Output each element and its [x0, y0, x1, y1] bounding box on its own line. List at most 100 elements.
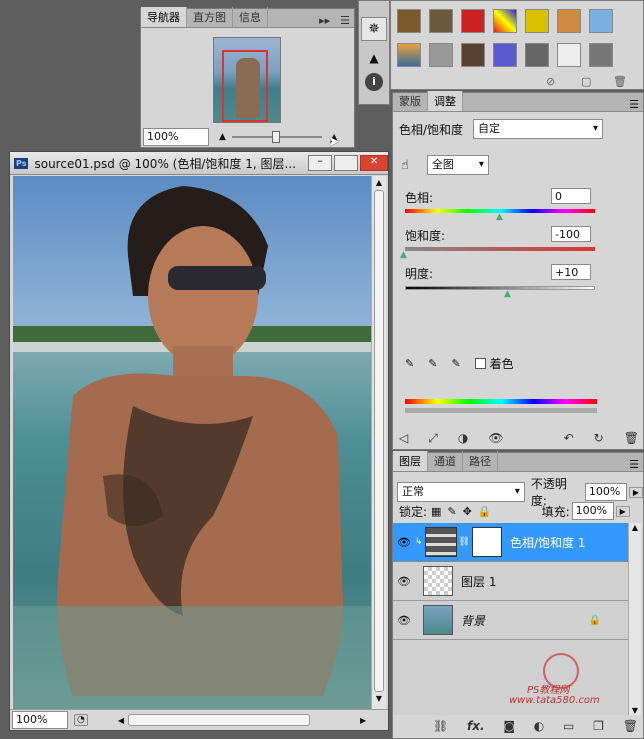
tab-channels[interactable]: 通道 [428, 451, 463, 471]
blend-mode-select[interactable]: 正常 [397, 482, 525, 502]
histogram-panel-icon[interactable]: ▲ [362, 47, 386, 69]
navigator-thumbnail[interactable] [213, 37, 281, 123]
tab-layers[interactable]: 图层 [393, 451, 428, 471]
fill-input[interactable]: 100% [571, 502, 614, 520]
preset-select[interactable]: 自定 [473, 119, 604, 139]
layer-name[interactable]: 图层 1 [461, 573, 496, 590]
panel-menu-icon[interactable]: ☰ [336, 14, 354, 27]
eye-icon[interactable]: 👁 [393, 575, 415, 588]
style-swatch[interactable] [589, 9, 613, 33]
vertical-scroll-thumb[interactable] [374, 190, 384, 692]
style-swatch[interactable] [493, 9, 517, 33]
hue-input[interactable]: 0 [551, 188, 591, 204]
scroll-left-icon[interactable]: ◀ [118, 716, 124, 725]
tab-info[interactable]: 信息 [233, 7, 268, 27]
tab-navigator[interactable]: 导航器 [141, 7, 187, 27]
channel-select[interactable]: 全图 [426, 155, 489, 175]
clip-to-layer-icon[interactable]: ◑ [458, 431, 468, 446]
document-titlebar[interactable]: Ps source01.psd @ 100% (色相/饱和度 1, 图层... … [10, 152, 388, 175]
lightness-slider-thumb[interactable]: ▲ [504, 289, 511, 299]
delete-layer-icon[interactable]: 🗑 [623, 719, 638, 733]
layer-mask-thumbnail[interactable] [471, 527, 502, 557]
fill-arrow-icon[interactable]: ▶ [615, 505, 630, 517]
reset-icon[interactable]: ↻ [594, 431, 604, 446]
scroll-down-icon[interactable]: ▼ [372, 692, 386, 706]
layer-style-icon[interactable]: fx. [467, 719, 485, 733]
info-panel-icon[interactable]: i [365, 73, 383, 91]
lightness-input[interactable]: +10 [551, 264, 591, 280]
style-swatch[interactable] [397, 9, 421, 33]
eye-icon[interactable]: 👁 [393, 614, 415, 627]
layer-row-hue-saturation[interactable]: 👁 ↳ ⛓ 色相/饱和度 1 [393, 523, 629, 562]
tab-masks[interactable]: 蒙版 [393, 91, 428, 111]
tab-histogram[interactable]: 直方图 [187, 7, 233, 27]
add-mask-icon[interactable]: ◙ [503, 719, 515, 733]
style-swatch[interactable] [557, 43, 581, 67]
tab-adjustments[interactable]: 调整 [428, 91, 463, 111]
style-swatch[interactable] [397, 43, 421, 67]
target-adjust-icon[interactable]: ☝ [401, 158, 409, 173]
navigator-panel-icon[interactable]: ✵ [361, 17, 387, 41]
collapse-icon[interactable]: ▸▸ [313, 14, 336, 27]
visibility-icon[interactable]: 👁 [488, 431, 503, 446]
link-layers-icon[interactable]: ⛓ [433, 719, 448, 733]
saturation-slider-thumb[interactable]: ▲ [400, 250, 407, 260]
saturation-slider[interactable] [405, 247, 595, 251]
style-swatch[interactable] [525, 9, 549, 33]
expand-view-icon[interactable]: ⤢ [428, 431, 438, 446]
new-style-icon[interactable]: ▢ [581, 75, 591, 88]
opacity-arrow-icon[interactable]: ▶ [628, 486, 644, 498]
panel-menu-icon[interactable]: ☰ [625, 458, 643, 471]
layer-name[interactable]: 背景 [461, 612, 485, 629]
zoom-input[interactable]: 100% [143, 128, 209, 146]
zoom-out-icon[interactable]: ▲ [219, 132, 226, 142]
horizontal-scrollbar[interactable] [128, 714, 311, 726]
minimize-button[interactable]: – [308, 155, 333, 171]
document-canvas[interactable] [13, 176, 371, 710]
layer-row-background[interactable]: 👁 背景 🔒 [393, 601, 629, 640]
tab-paths[interactable]: 路径 [463, 451, 498, 471]
scroll-up-icon[interactable]: ▲ [372, 176, 386, 190]
eyedropper-icon[interactable]: ✎ [405, 357, 414, 370]
close-button[interactable]: ✕ [360, 155, 388, 171]
lock-position-icon[interactable]: ✥ [463, 505, 472, 518]
style-swatch[interactable] [429, 43, 453, 67]
eye-icon[interactable]: 👁 [393, 536, 415, 549]
layer-row-layer1[interactable]: 👁 图层 1 [393, 562, 629, 601]
lock-pixels-icon[interactable]: ✎ [447, 505, 456, 518]
layers-scrollbar[interactable]: ▲ ▼ [628, 523, 641, 715]
style-swatch[interactable] [525, 43, 549, 67]
previous-state-icon[interactable]: ↶ [564, 431, 574, 446]
zoom-slider[interactable] [231, 131, 322, 143]
panel-menu-icon[interactable]: ☰ [625, 98, 643, 111]
style-swatch[interactable] [557, 9, 581, 33]
delete-style-icon[interactable]: 🗑 [613, 75, 627, 88]
zoom-slider-thumb[interactable] [271, 131, 280, 143]
delete-icon[interactable]: 🗑 [624, 431, 639, 446]
view-box[interactable] [222, 50, 268, 122]
layer-name[interactable]: 色相/饱和度 1 [510, 534, 586, 551]
style-swatch[interactable] [493, 43, 517, 67]
style-swatch[interactable] [429, 9, 453, 33]
opacity-input[interactable]: 100% [584, 483, 627, 501]
lock-transparent-icon[interactable]: ▦ [431, 505, 441, 518]
new-group-icon[interactable]: ▭ [563, 719, 574, 733]
clear-style-icon[interactable]: ⊘ [546, 75, 555, 88]
scroll-up-icon[interactable]: ▲ [629, 523, 641, 532]
hue-slider-thumb[interactable]: ▲ [496, 212, 503, 222]
eyedropper-plus-icon[interactable]: ✎ [428, 357, 437, 370]
saturation-input[interactable]: -100 [551, 226, 591, 242]
lightness-slider[interactable] [405, 286, 595, 290]
style-swatch[interactable] [461, 9, 485, 33]
lock-all-icon[interactable]: 🔒 [478, 505, 492, 518]
back-icon[interactable]: ◁ [399, 431, 408, 446]
new-layer-icon[interactable]: ❐ [593, 719, 604, 733]
status-menu-icon[interactable]: ◔ [74, 714, 88, 726]
vertical-scrollbar[interactable]: ▲ ▼ [371, 176, 386, 710]
style-swatch[interactable] [589, 43, 613, 67]
new-adjustment-icon[interactable]: ◐ [534, 719, 544, 733]
colorize-checkbox[interactable] [474, 358, 486, 369]
style-swatch[interactable] [461, 43, 485, 67]
eyedropper-minus-icon[interactable]: ✎ [451, 357, 460, 370]
status-zoom-input[interactable]: 100% [12, 711, 68, 729]
